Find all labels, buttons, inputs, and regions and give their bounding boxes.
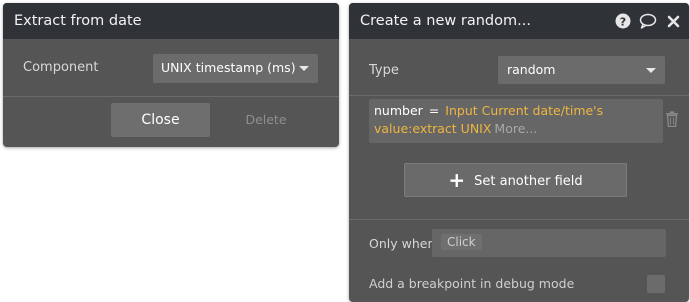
help-circle-icon[interactable]: ? <box>615 13 631 29</box>
create-random-panel: Create a new random... ? Type random num… <box>349 3 689 302</box>
set-another-field-button[interactable]: + Set another field <box>404 163 627 197</box>
field-assignment[interactable]: number = Input Current date/time's value:e… <box>369 99 663 143</box>
breakpoint-checkbox[interactable] <box>647 275 665 293</box>
field-key[interactable]: number <box>374 103 423 118</box>
more-link[interactable]: More... <box>494 121 537 136</box>
type-selected-value: random <box>507 62 556 77</box>
only-when-input[interactable]: Click <box>432 229 666 257</box>
field-operator: = <box>428 103 440 118</box>
component-selected-value: UNIX timestamp (ms) <box>161 60 296 75</box>
click-placeholder[interactable]: Click <box>441 234 482 250</box>
only-when-label: Only when <box>369 236 436 251</box>
extract-from-date-panel: Extract from date Component UNIX timesta… <box>3 3 339 147</box>
chevron-down-icon <box>299 66 309 71</box>
comment-bubble-icon[interactable] <box>639 13 657 29</box>
divider <box>349 219 689 220</box>
close-x-icon[interactable] <box>667 15 680 28</box>
component-label: Component <box>23 60 99 75</box>
svg-text:?: ? <box>620 15 626 28</box>
plus-icon: + <box>448 168 466 192</box>
chevron-down-icon <box>646 68 656 73</box>
close-button[interactable]: Close <box>111 103 210 137</box>
type-label: Type <box>369 63 399 78</box>
trash-icon[interactable] <box>665 111 679 127</box>
type-dropdown[interactable]: random <box>498 56 665 84</box>
panel-title: Extract from date <box>3 3 339 39</box>
divider <box>349 95 689 96</box>
component-dropdown[interactable]: UNIX timestamp (ms) <box>153 54 318 83</box>
divider <box>3 96 339 97</box>
delete-button[interactable]: Delete <box>241 103 291 137</box>
panel-title: Create a new random... <box>349 3 689 39</box>
breakpoint-label: Add a breakpoint in debug mode <box>369 276 575 291</box>
set-another-field-label: Set another field <box>474 174 583 189</box>
